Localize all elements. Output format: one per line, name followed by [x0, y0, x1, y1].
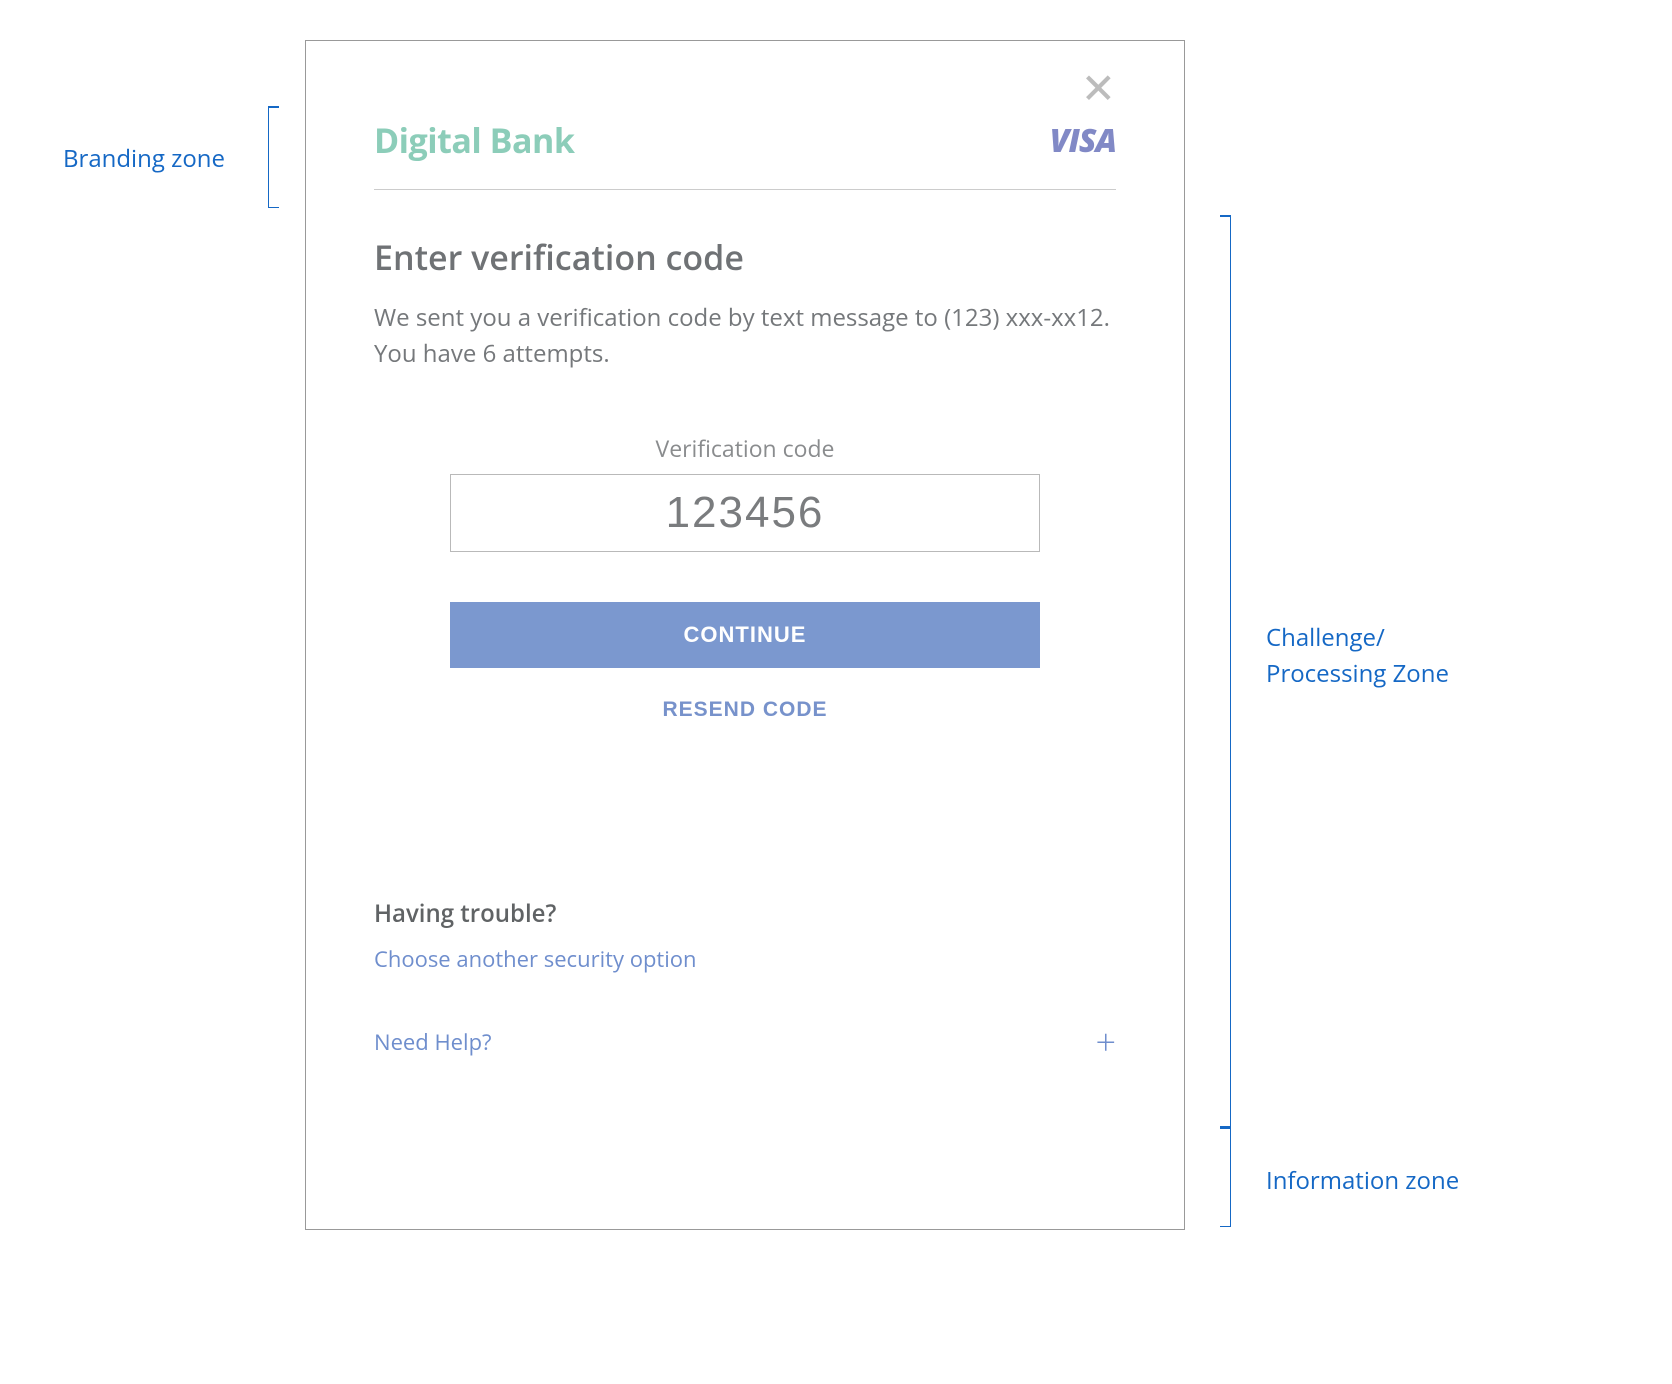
- trouble-heading: Having trouble?: [374, 897, 1116, 930]
- need-help-link[interactable]: Need Help?: [374, 1027, 492, 1057]
- verification-code-input[interactable]: [450, 474, 1040, 552]
- close-row: ✕: [374, 67, 1116, 107]
- annotation-info: Information zone: [1266, 1164, 1459, 1197]
- bank-logo: Digital Bank: [374, 117, 574, 163]
- branding-zone: Digital Bank VISA: [374, 107, 1116, 189]
- code-input-label: Verification code: [374, 432, 1116, 464]
- trouble-section: Having trouble? Choose another security …: [374, 897, 1116, 974]
- visa-logo: VISA: [1050, 119, 1116, 162]
- annotation-challenge: Challenge/ Processing Zone: [1266, 620, 1449, 692]
- annotation-branding: Branding zone: [63, 142, 225, 175]
- continue-button[interactable]: CONTINUE: [450, 602, 1040, 668]
- plus-icon[interactable]: +: [1095, 1024, 1116, 1060]
- bracket-info: [1230, 1127, 1231, 1227]
- code-section: Verification code CONTINUE RESEND CODE: [374, 432, 1116, 722]
- instruction-text: We sent you a verification code by text …: [374, 300, 1116, 372]
- help-row[interactable]: Need Help? +: [374, 1024, 1116, 1060]
- choose-another-option-link[interactable]: Choose another security option: [374, 944, 697, 974]
- close-icon[interactable]: ✕: [1081, 67, 1116, 107]
- verification-dialog: ✕ Digital Bank VISA Enter verification c…: [305, 40, 1185, 1230]
- bracket-branding: [268, 106, 269, 208]
- divider: [374, 189, 1116, 190]
- bracket-challenge: [1230, 215, 1231, 1127]
- diagram-canvas: Branding zone Challenge/ Processing Zone…: [0, 0, 1672, 1384]
- page-title: Enter verification code: [374, 234, 1116, 280]
- resend-code-button[interactable]: RESEND CODE: [662, 698, 827, 722]
